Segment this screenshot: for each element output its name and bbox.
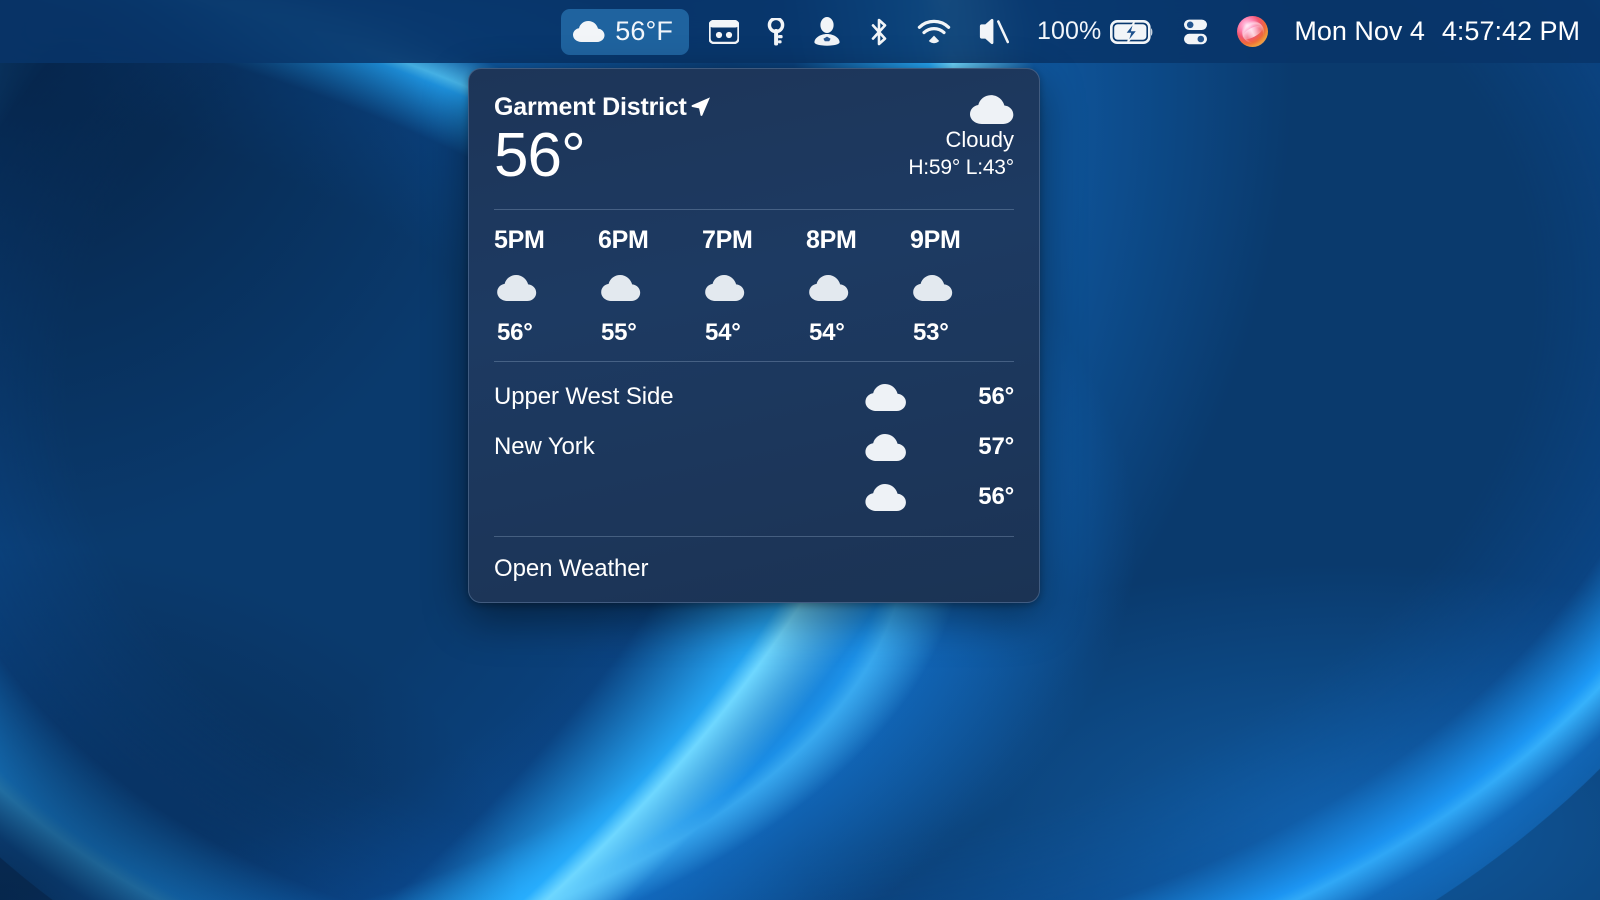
menubar-user-item[interactable] [799, 9, 855, 55]
city-row[interactable]: Upper West Side 56° [494, 372, 1014, 422]
menubar-clock-item[interactable]: Mon Nov 4 4:57:42 PM [1282, 16, 1584, 47]
cloud-icon [601, 275, 641, 302]
clock-date: Mon Nov 4 [1294, 16, 1425, 46]
weather-high-low: H:59° L:43° [908, 156, 1014, 179]
hourly-time: 7PM [702, 226, 753, 255]
cloud-icon [809, 275, 849, 302]
battery-percent-label: 100% [1037, 17, 1102, 45]
battery-charging-icon [1110, 19, 1154, 44]
cloud-icon [838, 433, 934, 461]
cloud-icon [913, 275, 953, 302]
hourly-temp: 55° [601, 319, 637, 347]
city-temp: 56° [978, 483, 1014, 511]
menu-bar-status-items: 56°F 100% Mon Nov 4 4:57:42 PM [561, 0, 1584, 63]
open-weather-button[interactable]: Open Weather [494, 555, 1014, 583]
bluetooth-icon [869, 17, 889, 47]
wifi-icon [917, 19, 951, 44]
city-temp: 56° [978, 383, 1014, 411]
location-arrow-icon [691, 96, 711, 120]
hourly-item: 7PM 54° [702, 226, 806, 347]
hourly-temp: 54° [705, 319, 741, 347]
weather-header-left: Garment District 56° [494, 93, 711, 187]
menu-bar: 56°F 100% Mon Nov 4 4:57:42 PM [0, 0, 1600, 63]
hourly-item: 5PM 56° [494, 226, 598, 347]
menubar-siri-item[interactable] [1223, 9, 1282, 55]
city-name: Upper West Side [494, 383, 674, 411]
hourly-time: 5PM [494, 226, 545, 255]
control-center-icon [1182, 18, 1209, 46]
cloud-icon [573, 20, 605, 43]
menubar-passwords-item[interactable] [753, 9, 799, 55]
city-name: New York [494, 433, 595, 461]
menubar-screen-sharing-item[interactable] [695, 9, 753, 55]
weather-location-row: Garment District [494, 93, 711, 122]
hourly-item: 8PM 54° [806, 226, 910, 347]
hourly-item: 9PM 53° [910, 226, 1014, 347]
weather-menu-panel: Garment District 56° Cloudy H:59° L:43° [468, 68, 1040, 603]
cloud-icon [838, 383, 934, 411]
hourly-time: 6PM [598, 226, 649, 255]
menubar-wifi-item[interactable] [903, 9, 965, 55]
cloud-icon [497, 275, 537, 302]
clock-time: 4:57:42 PM [1441, 16, 1580, 46]
weather-current-temp: 56° [494, 121, 586, 190]
hourly-item: 6PM 55° [598, 226, 702, 347]
menubar-bluetooth-item[interactable] [855, 9, 903, 55]
volume-mute-icon [979, 18, 1009, 45]
menubar-volume-item[interactable] [965, 9, 1023, 55]
city-temp: 57° [978, 433, 1014, 461]
cloud-icon [838, 483, 934, 511]
weather-condition-text: Cloudy [945, 127, 1014, 152]
hourly-temp: 54° [809, 319, 845, 347]
cloud-icon [970, 95, 1014, 124]
city-list: Upper West Side 56° New York 57° 56° [469, 362, 1039, 536]
cloud-icon [705, 275, 745, 302]
weather-header: Garment District 56° Cloudy H:59° L:43° [469, 69, 1039, 187]
weather-panel-footer: Open Weather [469, 537, 1039, 583]
hourly-time: 8PM [806, 226, 857, 255]
city-row[interactable]: 56° [494, 472, 1014, 522]
key-icon [767, 17, 785, 46]
weather-location-name: Garment District [494, 93, 687, 121]
city-row[interactable]: New York 57° [494, 422, 1014, 472]
menubar-battery-item[interactable]: 100% [1023, 9, 1168, 55]
user-icon [813, 17, 841, 46]
menubar-control-center-item[interactable] [1168, 9, 1223, 55]
menubar-weather-temp: 56°F [615, 16, 673, 46]
weather-header-right: Cloudy H:59° L:43° [908, 93, 1014, 187]
hourly-temp: 53° [913, 319, 949, 347]
siri-icon [1237, 16, 1269, 47]
screen-sharing-icon [709, 19, 739, 44]
hourly-time: 9PM [910, 226, 961, 255]
menubar-weather-item[interactable]: 56°F [561, 8, 689, 55]
hourly-temp: 56° [497, 319, 533, 347]
hourly-forecast: 5PM 56° 6PM 55° 7PM 54° 8PM 54° 9PM 53° [469, 210, 1039, 361]
